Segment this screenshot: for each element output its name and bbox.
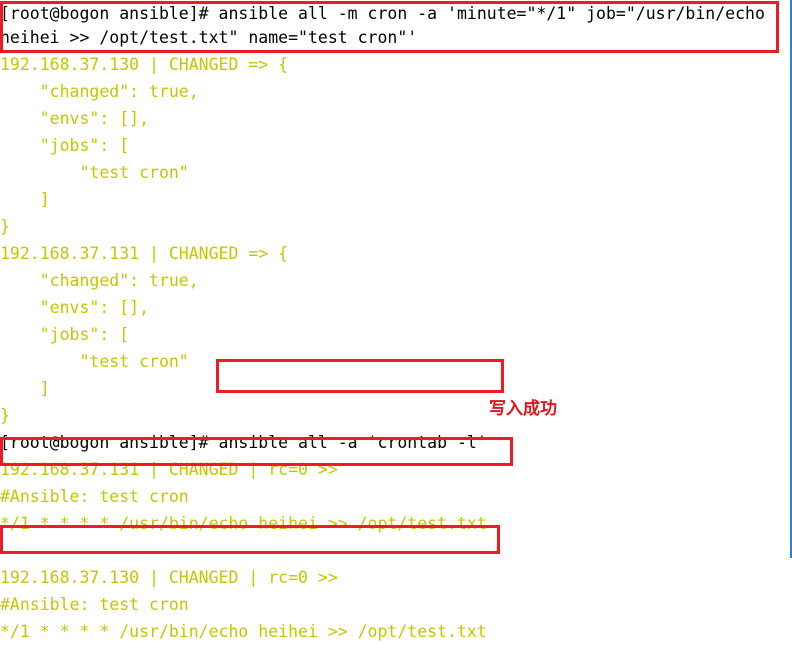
terminal-line: "envs": [], (0, 109, 150, 128)
box-crontab-list-command (216, 359, 504, 393)
terminal-line: 192.168.37.130 | CHANGED | rc=0 >> (0, 568, 338, 587)
terminal-line: #Ansible: test cron (0, 595, 189, 614)
terminal-line: "test cron" (0, 163, 189, 182)
terminal-line: } (0, 217, 10, 236)
terminal-line: [root@bogon ansible]# ansible all -a 'cr… (0, 433, 487, 452)
terminal-line: "changed": true, (0, 82, 199, 101)
terminal-line: [root@bogon ansible]# ansible all -m cro… (0, 4, 765, 23)
terminal-line: */1 * * * * /usr/bin/echo heihei >> /opt… (0, 514, 487, 533)
annotation-write-success: 写入成功 (489, 399, 557, 419)
terminal-line: heihei >> /opt/test.txt" name="test cron… (0, 28, 418, 47)
terminal-line: "envs": [], (0, 298, 150, 317)
terminal-line: ] (0, 379, 50, 398)
terminal-line: ] (0, 190, 50, 209)
terminal-line: 192.168.37.131 | CHANGED => { (0, 244, 289, 263)
terminal-window[interactable]: [root@bogon ansible]# ansible all -m cro… (0, 0, 792, 641)
terminal-line: "jobs": [ (0, 325, 130, 344)
terminal-line: "jobs": [ (0, 136, 130, 155)
terminal-line: } (0, 406, 10, 425)
terminal-line: "test cron" (0, 352, 189, 371)
terminal-line: "changed": true, (0, 271, 199, 290)
terminal-line: #Ansible: test cron (0, 487, 189, 506)
terminal-line: */1 * * * * /usr/bin/echo heihei >> /opt… (0, 622, 487, 641)
terminal-line: 192.168.37.131 | CHANGED | rc=0 >> (0, 460, 338, 479)
terminal-line: 192.168.37.130 | CHANGED => { (0, 55, 289, 74)
